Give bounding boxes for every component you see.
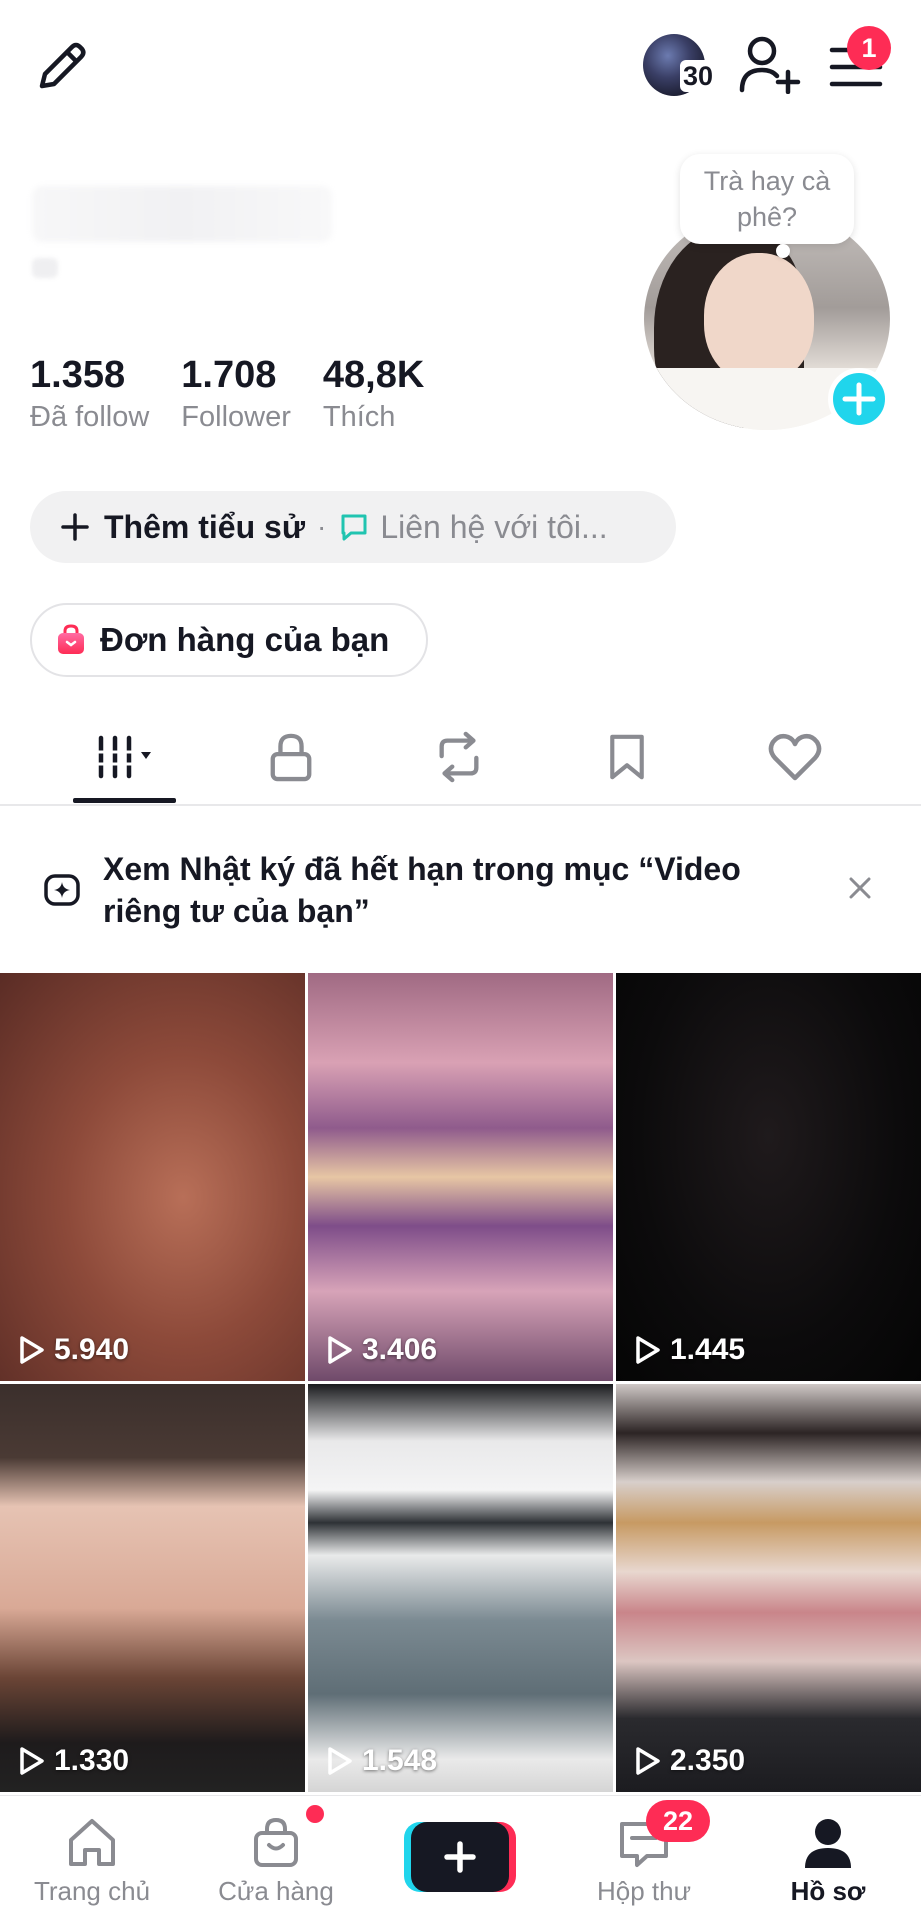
view-count: 1.548 [324,1744,437,1778]
stat-followers[interactable]: 1.708 Follower [181,352,291,436]
heart-icon [768,733,822,781]
add-friend-button[interactable] [738,34,802,95]
add-photo-button[interactable] [828,368,890,430]
plus-icon [61,513,89,541]
photo-face [704,253,814,383]
lock-icon [270,733,312,782]
stat-likes[interactable]: 48,8K Thích [323,352,424,436]
active-tab-indicator [73,798,176,803]
stat-value: 48,8K [322,354,425,396]
plus-icon [842,382,876,416]
stat-label: Follower [181,401,291,433]
blurred-handle [32,258,58,278]
tabs-divider [0,804,921,806]
profile-icon [805,1819,851,1868]
chat-bubble-icon [341,514,367,541]
close-icon[interactable] [846,874,874,902]
tab-videos[interactable] [85,726,165,788]
create-button[interactable] [404,1822,516,1892]
stat-following[interactable]: 1.358 Đã follow [30,352,149,436]
view-count-value: 3.406 [362,1333,438,1366]
your-orders-button[interactable]: Đơn hàng của bạn [30,603,428,677]
story-count: 30 [680,60,717,92]
stat-value: 1.358 [30,354,126,396]
inbox-badge: 22 [646,1800,710,1842]
nav-home[interactable]: Trang chủ [12,1796,172,1920]
video-thumbnail[interactable]: 2.350 [616,1384,921,1792]
separator: · [316,511,327,542]
view-count: 2.350 [632,1744,745,1778]
bookmark-icon [610,734,644,780]
video-thumbnail[interactable]: 1.330 [0,1384,305,1792]
nav-profile-label: Hồ sơ [790,1876,866,1906]
nav-inbox-label: Hộp thư [596,1876,691,1906]
play-icon [20,1747,44,1775]
view-count: 5.940 [16,1333,129,1367]
stat-label: Thích [322,401,396,433]
tab-reposts[interactable] [419,726,499,788]
bio-contact-pill: Thêm tiểu sử · Liên hệ với tôi... [30,491,676,563]
view-count-value: 1.445 [670,1333,746,1366]
contact-me-button[interactable]: Liên hệ với tôi... [380,509,607,546]
pencil-icon [39,42,86,89]
stat-label: Đã follow [30,401,150,433]
video-thumbnail[interactable]: 1.445 [616,973,921,1381]
grid-dropdown-icon [95,735,151,779]
tab-private[interactable] [251,726,331,788]
create-plus-icon [404,1822,516,1892]
tab-favorites[interactable] [587,726,667,788]
shopping-bag-icon [58,624,84,654]
play-icon [20,1336,44,1364]
play-icon [328,1747,352,1775]
sparkle-icon [44,874,80,906]
nav-home-label: Trang chủ [33,1876,151,1906]
menu-notification-badge: 1 [847,26,891,70]
view-count: 3.406 [324,1333,437,1367]
blurred-username [32,186,332,242]
nav-shop[interactable]: Cửa hàng [196,1796,356,1920]
view-count: 1.330 [16,1744,129,1778]
view-count: 1.445 [632,1333,745,1367]
tab-liked[interactable] [755,726,835,788]
add-bio-button[interactable]: Thêm tiểu sử [104,509,305,546]
add-user-icon [739,36,801,95]
play-icon [636,1747,660,1775]
view-count-value: 1.330 [54,1744,130,1777]
home-icon [69,1819,115,1866]
stat-value: 1.708 [181,354,277,396]
nav-shop-label: Cửa hàng [218,1876,334,1906]
profile-note-bubble[interactable]: Trà hay cà phê? [680,154,854,244]
shopping-bag-icon [254,1817,298,1867]
play-icon [636,1336,660,1364]
play-icon [328,1336,352,1364]
view-count-value: 2.350 [670,1744,746,1777]
expired-diary-banner[interactable]: Xem Nhật ký đã hết hạn trong mục “Video … [0,848,921,938]
view-count-value: 5.940 [54,1333,130,1366]
video-thumbnail[interactable]: 5.940 [0,973,305,1381]
video-thumbnail[interactable]: 1.548 [308,1384,613,1792]
your-orders-label: Đơn hàng của bạn [100,621,390,658]
note-bubble-tail [776,244,790,258]
shop-notification-dot [306,1805,324,1823]
profile-stats: 1.358 Đã follow 1.708 Follower 48,8K Thí… [30,352,424,436]
nav-profile[interactable]: Hồ sơ [748,1796,908,1920]
edit-profile-button[interactable] [32,36,92,96]
top-bar: 30 1 [0,0,921,130]
view-count-value: 1.548 [362,1744,438,1777]
repost-icon [439,731,479,783]
banner-text: Xem Nhật ký đã hết hạn trong mục “Video … [103,851,741,929]
video-thumbnail[interactable]: 3.406 [308,973,613,1381]
